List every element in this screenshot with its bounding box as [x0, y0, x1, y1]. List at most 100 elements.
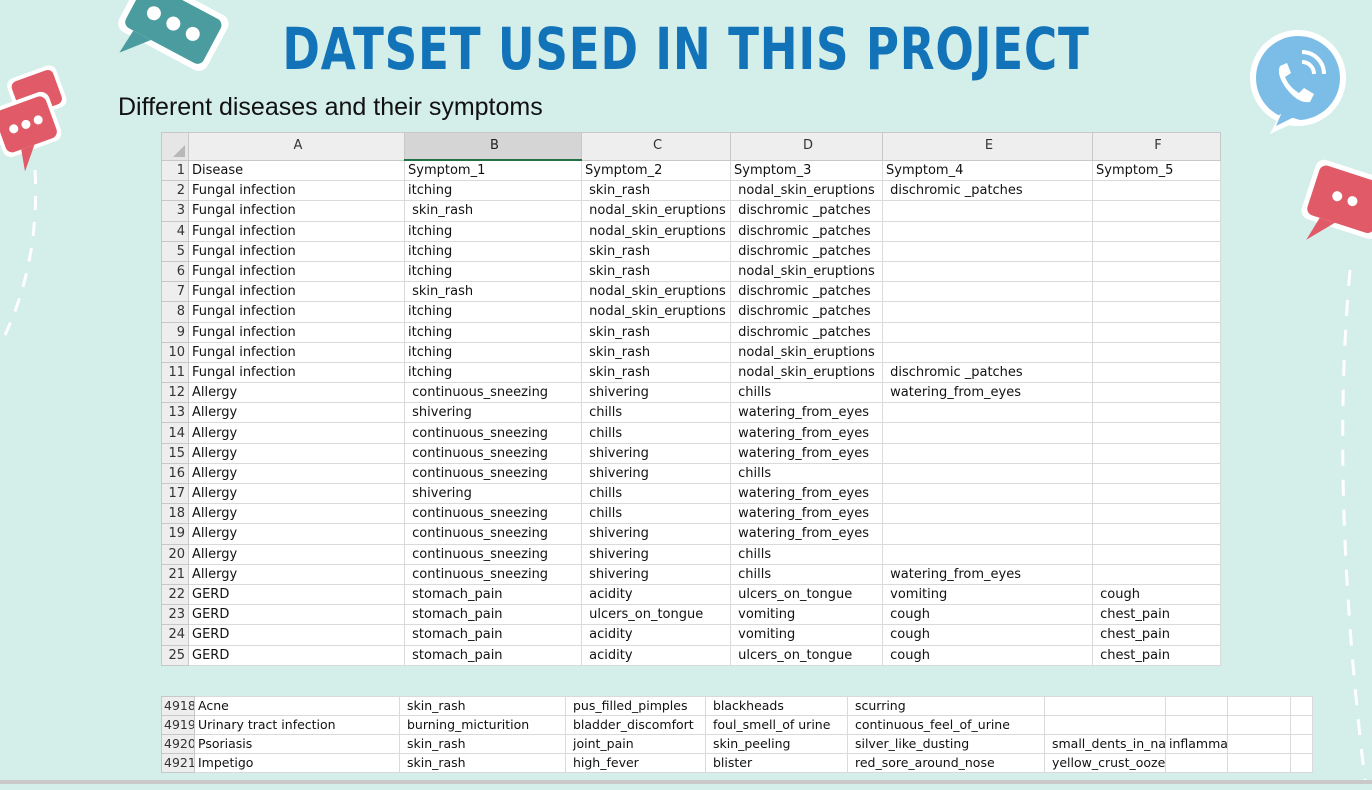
table-cell[interactable]: Psoriasis — [194, 734, 400, 754]
table-cell[interactable]: chills — [581, 482, 731, 505]
table-cell[interactable]: skin_rash — [581, 361, 731, 384]
table-cell[interactable]: chills — [730, 382, 883, 404]
table-cell[interactable]: skin_rash — [399, 696, 566, 716]
table-cell[interactable] — [1092, 240, 1221, 262]
table-cell[interactable]: Allergy — [188, 382, 405, 404]
table-cell[interactable]: silver_like_dusting — [847, 734, 1045, 754]
row-header[interactable]: 24 — [161, 624, 189, 646]
table-cell[interactable]: shivering — [581, 462, 731, 485]
table-cell[interactable]: shivering — [404, 402, 582, 424]
table-cell[interactable]: watering_from_eyes — [730, 523, 883, 545]
table-cell[interactable]: nodal_skin_eruptions — [730, 260, 883, 283]
table-cell[interactable]: Acne — [194, 696, 400, 716]
table-cell[interactable]: chills — [730, 462, 883, 485]
table-cell[interactable] — [1165, 715, 1228, 735]
table-cell[interactable]: cough — [882, 604, 1093, 626]
table-cell[interactable] — [1044, 715, 1166, 735]
table-cell[interactable]: GERD — [188, 583, 405, 606]
table-cell[interactable]: Fungal infection — [188, 200, 405, 222]
table-cell[interactable]: watering_from_eyes — [730, 422, 883, 444]
table-cell[interactable] — [1092, 200, 1221, 222]
table-cell[interactable]: watering_from_eyes — [882, 382, 1093, 404]
table-cell[interactable]: ulcers_on_tongue — [581, 604, 731, 626]
table-cell[interactable]: stomach_pain — [404, 644, 582, 666]
table-cell[interactable] — [1092, 301, 1221, 323]
table-cell[interactable]: joint_pain — [565, 734, 706, 754]
table-cell[interactable] — [882, 281, 1093, 303]
table-cell[interactable] — [882, 321, 1093, 343]
table-cell[interactable]: watering_from_eyes — [730, 402, 883, 424]
table-cell[interactable]: GERD — [188, 624, 405, 646]
table-cell[interactable] — [1092, 563, 1221, 585]
table-cell[interactable]: nodal_skin_eruptions — [581, 301, 731, 323]
row-header[interactable]: 6 — [161, 260, 189, 283]
table-cell[interactable] — [1290, 696, 1313, 716]
row-header[interactable]: 4 — [161, 220, 189, 242]
table-cell[interactable]: skin_rash — [581, 180, 731, 202]
row-header[interactable]: 4920 — [161, 734, 195, 754]
table-cell[interactable]: dischromic _patches — [730, 200, 883, 222]
table-cell[interactable] — [882, 482, 1093, 505]
table-cell[interactable]: GERD — [188, 604, 405, 626]
row-header[interactable]: 12 — [161, 382, 189, 404]
table-cell[interactable]: Allergy — [188, 503, 405, 525]
table-cell[interactable]: Symptom_5 — [1092, 159, 1221, 182]
table-cell[interactable] — [1092, 180, 1221, 202]
row-header[interactable]: 1 — [161, 159, 189, 182]
row-header[interactable]: 4921 — [161, 753, 195, 773]
table-cell[interactable]: dischromic _patches — [882, 180, 1093, 202]
row-header[interactable]: 19 — [161, 523, 189, 545]
table-cell[interactable]: dischromic _patches — [882, 361, 1093, 384]
table-cell[interactable]: skin_peeling — [705, 734, 848, 754]
table-cell[interactable]: shivering — [404, 482, 582, 505]
table-cell[interactable]: inflammatory_nails — [1165, 734, 1228, 754]
table-cell[interactable]: ulcers_on_tongue — [730, 644, 883, 666]
table-cell[interactable]: Allergy — [188, 422, 405, 444]
column-header-e[interactable]: E — [882, 132, 1093, 161]
table-cell[interactable]: Allergy — [188, 462, 405, 485]
table-cell[interactable]: Allergy — [188, 442, 405, 464]
table-cell[interactable]: Allergy — [188, 402, 405, 424]
table-cell[interactable]: chills — [581, 402, 731, 424]
table-cell[interactable]: acidity — [581, 583, 731, 606]
row-header[interactable]: 16 — [161, 462, 189, 485]
table-cell[interactable]: stomach_pain — [404, 583, 582, 606]
table-cell[interactable]: burning_micturition — [399, 715, 566, 735]
table-cell[interactable]: vomiting — [730, 604, 883, 626]
table-cell[interactable]: Symptom_3 — [730, 159, 883, 182]
column-header-b[interactable]: B — [404, 132, 582, 161]
table-cell[interactable] — [1044, 696, 1166, 716]
table-cell[interactable] — [1092, 220, 1221, 242]
table-cell[interactable]: dischromic _patches — [730, 240, 883, 262]
table-cell[interactable] — [1092, 281, 1221, 303]
table-cell[interactable]: dischromic _patches — [730, 321, 883, 343]
row-header[interactable]: 22 — [161, 583, 189, 606]
table-cell[interactable]: Fungal infection — [188, 301, 405, 323]
table-cell[interactable] — [1165, 696, 1228, 716]
table-cell[interactable]: watering_from_eyes — [730, 442, 883, 464]
table-cell[interactable] — [1092, 402, 1221, 424]
table-cell[interactable] — [1092, 382, 1221, 404]
table-cell[interactable]: foul_smell_of urine — [705, 715, 848, 735]
table-cell[interactable]: itching — [404, 341, 582, 363]
table-cell[interactable] — [882, 422, 1093, 444]
row-header[interactable]: 4918 — [161, 696, 195, 716]
table-cell[interactable]: Disease — [188, 159, 405, 182]
row-header[interactable]: 9 — [161, 321, 189, 343]
table-cell[interactable] — [1092, 543, 1221, 565]
table-cell[interactable]: Fungal infection — [188, 240, 405, 262]
table-cell[interactable]: chest_pain — [1092, 624, 1221, 646]
table-cell[interactable] — [882, 402, 1093, 424]
table-cell[interactable]: stomach_pain — [404, 604, 582, 626]
table-cell[interactable]: Allergy — [188, 563, 405, 585]
table-cell[interactable]: skin_rash — [581, 260, 731, 283]
table-cell[interactable]: Symptom_2 — [581, 159, 731, 182]
table-cell[interactable] — [1092, 341, 1221, 363]
table-cell[interactable]: bladder_discomfort — [565, 715, 706, 735]
table-cell[interactable]: itching — [404, 240, 582, 262]
table-cell[interactable] — [1092, 482, 1221, 505]
table-cell[interactable]: pus_filled_pimples — [565, 696, 706, 716]
table-cell[interactable]: chills — [730, 563, 883, 585]
table-cell[interactable]: Fungal infection — [188, 341, 405, 363]
row-header[interactable]: 4919 — [161, 715, 195, 735]
